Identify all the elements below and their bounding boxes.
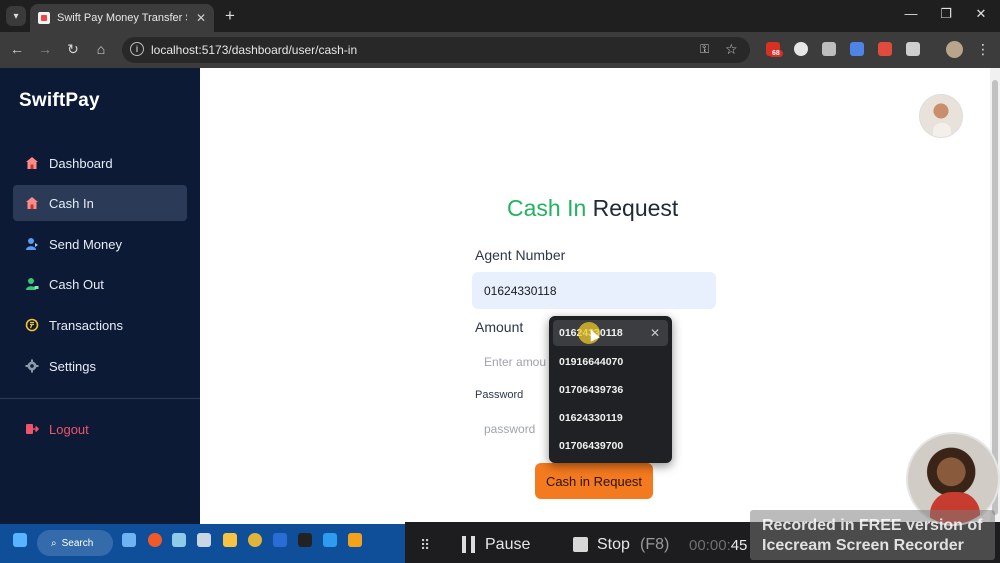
sidebar: SwiftPay Dashboard Cash In Send Money Ca… xyxy=(0,68,200,524)
app-icon[interactable] xyxy=(197,533,211,547)
gear-icon xyxy=(25,359,39,373)
recording-timer-seconds: 45 xyxy=(730,537,748,554)
sidebar-item-label: Settings xyxy=(49,358,96,374)
page-scrollbar-thumb[interactable] xyxy=(992,80,998,515)
password-label: Password xyxy=(475,389,524,401)
browser-tab[interactable]: Swift Pay Money Transfer Servic ✕ xyxy=(30,4,214,32)
bookmark-star-icon[interactable]: ☆ xyxy=(725,41,738,58)
house-icon xyxy=(25,156,39,170)
file-explorer-icon[interactable] xyxy=(223,533,237,547)
drag-handle-icon[interactable]: ⠿ xyxy=(420,537,430,554)
extension-badge: 68 xyxy=(769,50,783,57)
address-url: localhost:5173/dashboard/user/cash-in xyxy=(151,43,358,57)
autofill-dropdown: 01624330118 ✕ 01916644070 01706439736 01… xyxy=(549,316,672,463)
taskbar-search[interactable]: ⌕ Search xyxy=(37,530,113,556)
agent-number-input[interactable]: 01624330118 xyxy=(472,272,716,309)
stop-button[interactable]: Stop xyxy=(597,536,630,554)
amount-input[interactable]: Enter amou xyxy=(472,345,552,379)
logout-icon xyxy=(25,422,39,436)
close-icon[interactable]: ✕ xyxy=(650,326,660,340)
watermark-line: Icecream Screen Recorder xyxy=(762,537,964,554)
browser-menu-icon[interactable]: ⋮ xyxy=(976,41,990,58)
back-arrow-icon[interactable]: ← xyxy=(8,41,26,57)
app-icon[interactable] xyxy=(148,533,162,547)
recorder-watermark: Recorded in FREE version of Icecream Scr… xyxy=(750,510,995,560)
logout-label: Logout xyxy=(49,421,89,437)
tab-close-icon[interactable]: ✕ xyxy=(196,11,206,25)
window-close-icon[interactable]: ✕ xyxy=(971,6,991,22)
sidebar-item-logout[interactable]: Logout xyxy=(13,411,187,447)
chrome-icon[interactable] xyxy=(248,533,262,547)
search-icon: ⌕ xyxy=(51,537,57,549)
pause-icon[interactable] xyxy=(462,536,475,553)
cash-in-request-button[interactable]: Cash in Request xyxy=(535,463,653,499)
extension-camera-icon[interactable] xyxy=(822,42,836,56)
tab-title: Swift Pay Money Transfer Servic xyxy=(57,12,187,24)
extension-document-icon[interactable] xyxy=(850,42,864,56)
pause-button[interactable]: Pause xyxy=(485,536,530,554)
sidebar-item-label: Transactions xyxy=(49,317,123,333)
word-icon[interactable] xyxy=(273,533,287,547)
user-cashout-icon xyxy=(25,277,39,291)
sidebar-item-settings[interactable]: Settings xyxy=(13,348,187,384)
home-icon[interactable]: ⌂ xyxy=(92,41,110,57)
autofill-option[interactable]: 01624330118 ✕ xyxy=(553,320,668,346)
autofill-option[interactable]: 01916644070 xyxy=(553,349,668,375)
currency-circle-icon xyxy=(25,318,39,332)
house-icon xyxy=(25,196,39,210)
autofill-option[interactable]: 01706439700 xyxy=(553,433,668,459)
new-tab-plus-icon[interactable]: + xyxy=(220,6,240,26)
screen: ▾ Swift Pay Money Transfer Servic ✕ + — … xyxy=(0,0,1000,563)
autofill-option[interactable]: 01706439736 xyxy=(553,377,668,403)
page-title-rest: Request xyxy=(586,195,679,221)
password-input[interactable]: password xyxy=(472,412,550,446)
window-minimize-icon[interactable]: — xyxy=(901,6,921,21)
site-favicon-icon xyxy=(38,12,50,24)
address-bar[interactable]: i localhost:5173/dashboard/user/cash-in … xyxy=(122,37,750,63)
sidebar-item-label: Cash In xyxy=(49,195,94,211)
recording-timer: 00:00:45 xyxy=(689,537,747,554)
tab-search-chevron-icon[interactable]: ▾ xyxy=(6,6,26,26)
windows-start-icon[interactable] xyxy=(13,533,27,547)
recorder-app-icon[interactable] xyxy=(348,533,362,547)
profile-avatar-icon[interactable] xyxy=(946,41,963,58)
autofill-option[interactable]: 01624330119 xyxy=(553,405,668,431)
sidebar-item-label: Dashboard xyxy=(49,155,113,171)
window-restore-icon[interactable]: ❐ xyxy=(936,6,956,22)
forward-arrow-icon[interactable]: → xyxy=(36,41,54,57)
recording-timer-prefix: 00:00: xyxy=(689,537,731,554)
page-title-accent: Cash In xyxy=(507,195,587,221)
reload-icon[interactable]: ↻ xyxy=(64,41,82,58)
extension-shield-icon[interactable] xyxy=(794,42,808,56)
sidebar-divider xyxy=(0,398,200,399)
terminal-icon[interactable] xyxy=(298,533,312,547)
stop-icon[interactable] xyxy=(573,537,588,552)
task-view-icon[interactable] xyxy=(122,533,136,547)
user-avatar[interactable] xyxy=(919,94,963,138)
password-key-icon[interactable]: ⚿ xyxy=(700,42,709,57)
brand-logo[interactable]: SwiftPay xyxy=(19,90,100,112)
sidebar-item-cash-out[interactable]: Cash Out xyxy=(13,266,187,302)
user-send-icon xyxy=(25,237,39,251)
page-title: Cash In Request xyxy=(507,195,678,222)
sidebar-item-label: Cash Out xyxy=(49,276,104,292)
app-icon[interactable] xyxy=(172,533,186,547)
sidebar-item-transactions[interactable]: Transactions xyxy=(13,307,187,343)
taskbar-search-label: Search xyxy=(61,537,94,549)
extension-puzzle-red-icon[interactable] xyxy=(878,42,892,56)
sidebar-item-cash-in[interactable]: Cash In xyxy=(13,185,187,221)
extensions-puzzle-icon[interactable] xyxy=(906,42,920,56)
agent-number-label: Agent Number xyxy=(475,247,566,263)
sidebar-item-send-money[interactable]: Send Money xyxy=(13,226,187,262)
stop-shortcut: (F8) xyxy=(640,536,670,553)
sidebar-item-dashboard[interactable]: Dashboard xyxy=(13,145,187,181)
vscode-icon[interactable] xyxy=(323,533,337,547)
sidebar-item-label: Send Money xyxy=(49,236,122,252)
site-info-icon[interactable]: i xyxy=(130,42,144,56)
amount-label: Amount xyxy=(475,319,524,335)
watermark-line: Recorded in FREE version of xyxy=(762,517,983,534)
